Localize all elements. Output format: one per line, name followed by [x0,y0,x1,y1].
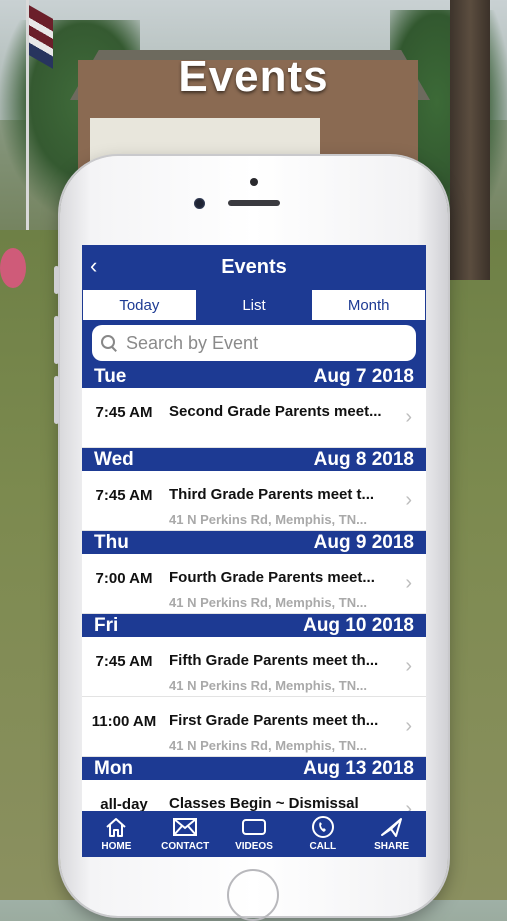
home-button[interactable] [227,869,279,921]
event-time: 7:45 AM [95,404,153,421]
chevron-right-icon: › [405,406,412,428]
proximity-sensor [250,178,258,186]
search-icon [100,334,118,352]
event-row[interactable]: 7:45 AM Third Grade Parents meet t... 41… [82,471,426,531]
tab-contact[interactable]: CONTACT [151,811,220,857]
tab-label: HOME [101,841,132,852]
chevron-right-icon: › [405,489,412,511]
event-row[interactable]: 11:00 AM First Grade Parents meet th... … [82,697,426,757]
day-date: Aug 10 2018 [303,614,414,636]
event-location: 41 N Perkins Rd, Memphis, TN... [169,512,367,527]
day-weekday: Mon [94,757,134,779]
event-location: 41 N Perkins Rd, Memphis, TN... [169,738,367,753]
envelope-icon [172,816,198,838]
chevron-right-icon: › [405,655,412,677]
background-flowers [0,248,26,288]
navigation-bar: ‹ Events [82,245,426,289]
event-location: 41 N Perkins Rd, Memphis, TN... [169,595,367,610]
event-list: Tue Aug 7 2018 7:45 AM Second Grade Pare… [82,365,426,840]
day-date: Aug 7 2018 [313,365,414,387]
page-title: Events [178,52,329,101]
tab-call[interactable]: CALL [288,811,357,857]
phone-mute-switch [54,266,59,294]
day-weekday: Tue [94,365,127,387]
event-location: 41 N Perkins Rd, Memphis, TN... [169,678,367,693]
event-title: Second Grade Parents meet... [169,403,382,420]
search-input[interactable] [124,331,408,355]
tab-bar: HOME CONTACT VIDEOS CALL SHARE [82,811,426,857]
day-header: Tue Aug 7 2018 [82,365,426,388]
tab-label: CONTACT [161,841,210,852]
event-title: Classes Begin ~ Dismissal [169,795,359,812]
event-time: 7:45 AM [95,653,153,670]
day-date: Aug 9 2018 [313,531,414,553]
tab-label: VIDEOS [235,841,273,852]
event-title: Third Grade Parents meet t... [169,486,375,503]
tab-videos[interactable]: VIDEOS [220,811,289,857]
chevron-right-icon: › [405,572,412,594]
event-row[interactable]: 7:45 AM Second Grade Parents meet... › [82,388,426,448]
tab-home[interactable]: HOME [82,811,151,857]
day-weekday: Thu [94,531,129,553]
app-screen: ‹ Events Today List Month Tue Aug 7 2018… [82,245,426,857]
nav-title: Events [221,256,287,278]
event-time: 11:00 AM [91,713,157,730]
day-date: Aug 13 2018 [303,757,414,779]
event-title: Fifth Grade Parents meet th... [169,652,379,669]
segment-today[interactable]: Today [82,289,197,321]
day-header: Thu Aug 9 2018 [82,531,426,554]
day-weekday: Fri [94,614,119,636]
event-title: First Grade Parents meet th... [169,712,379,729]
chevron-right-icon: › [405,715,412,737]
tab-label: SHARE [374,841,410,852]
background-tree-trunk [450,0,490,280]
tv-icon [241,816,267,838]
day-header: Fri Aug 10 2018 [82,614,426,637]
day-date: Aug 8 2018 [313,448,414,470]
phone-volume-down [54,376,59,424]
search-box[interactable] [92,325,416,361]
day-weekday: Wed [94,448,134,470]
day-header: Wed Aug 8 2018 [82,448,426,471]
share-icon [379,816,405,838]
home-icon [104,816,128,838]
earpiece-speaker [228,200,280,206]
event-row[interactable]: 7:45 AM Fifth Grade Parents meet th... 4… [82,637,426,697]
event-row[interactable]: 7:00 AM Fourth Grade Parents meet... 41 … [82,554,426,614]
front-camera [194,198,205,209]
tab-share[interactable]: SHARE [357,811,426,857]
event-time: 7:00 AM [95,570,153,587]
phone-icon [311,816,335,838]
phone-volume-up [54,316,59,364]
event-title: Fourth Grade Parents meet... [169,569,375,586]
day-header: Mon Aug 13 2018 [82,757,426,780]
tab-label: CALL [309,841,337,852]
segment-list[interactable]: List [196,289,312,321]
segment-month[interactable]: Month [311,289,426,321]
search-bar [82,321,426,365]
view-segmented-control: Today List Month [82,289,426,321]
event-time: 7:45 AM [95,487,153,504]
